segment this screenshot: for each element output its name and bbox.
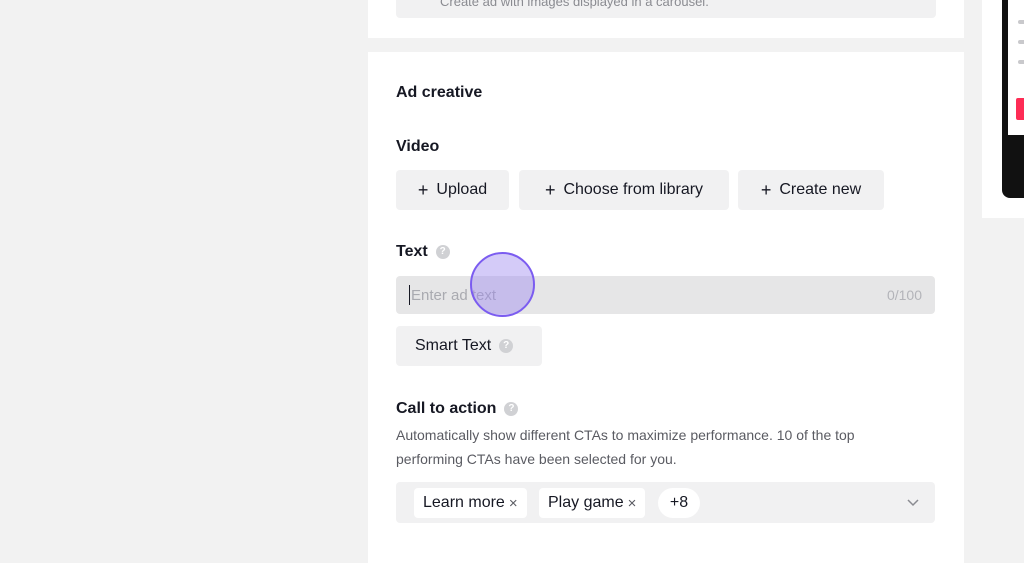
cta-description: Automatically show different CTAs to max… bbox=[396, 427, 855, 467]
choose-from-library-label: Choose from library bbox=[563, 181, 704, 198]
cta-select[interactable]: Learn more × Play game × +8 bbox=[396, 482, 935, 523]
cta-tag-label: Play game bbox=[548, 494, 624, 511]
create-new-label: Create new bbox=[779, 181, 862, 198]
video-label-text: Video bbox=[396, 138, 440, 155]
carousel-option[interactable]: Create ad with images displayed in a car… bbox=[396, 0, 936, 18]
remove-tag-icon[interactable]: × bbox=[628, 495, 637, 512]
question-icon[interactable]: ? bbox=[504, 402, 519, 416]
preview-cta-bar bbox=[1016, 98, 1024, 120]
section-title: Ad creative bbox=[396, 84, 483, 101]
cta-label-text: Call to action bbox=[396, 400, 497, 417]
remove-tag-icon[interactable]: × bbox=[509, 495, 518, 512]
text-caret bbox=[409, 285, 410, 305]
carousel-note: Create ad with images displayed in a car… bbox=[440, 0, 709, 9]
question-icon[interactable]: ? bbox=[499, 339, 514, 353]
cta-tag-play-game: Play game × bbox=[539, 488, 646, 518]
ad-preview-phone bbox=[1002, 0, 1024, 198]
upload-button[interactable]: + Upload bbox=[396, 170, 509, 210]
smart-text-label: Smart Text bbox=[415, 337, 492, 354]
preview-line bbox=[1018, 40, 1024, 44]
text-label: Text ? bbox=[396, 243, 450, 261]
more-tags-badge[interactable]: +8 bbox=[658, 488, 700, 518]
preview-line bbox=[1018, 20, 1024, 24]
cta-tag-learn-more: Learn more × bbox=[414, 488, 527, 518]
click-indicator bbox=[470, 252, 535, 317]
smart-text-button[interactable]: Smart Text ? bbox=[396, 326, 542, 366]
text-label-text: Text bbox=[396, 243, 428, 260]
create-new-button[interactable]: + Create new bbox=[738, 170, 884, 210]
question-icon[interactable]: ? bbox=[435, 245, 450, 259]
video-label: Video bbox=[396, 138, 439, 156]
character-counter: 0/100 bbox=[886, 287, 922, 303]
cta-label: Call to action ? bbox=[396, 400, 519, 418]
upload-button-label: Upload bbox=[436, 181, 488, 198]
plus-icon: + bbox=[544, 180, 556, 200]
preview-screen bbox=[1008, 0, 1024, 135]
choose-from-library-button[interactable]: + Choose from library bbox=[519, 170, 729, 210]
plus-icon: + bbox=[417, 180, 429, 200]
ad-format-panel: Create ad with images displayed in a car… bbox=[368, 0, 964, 38]
cta-tag-label: Learn more bbox=[423, 494, 505, 511]
preview-line bbox=[1018, 60, 1024, 64]
plus-icon: + bbox=[760, 180, 772, 200]
ad-creative-panel: Ad creative Video + Upload + Choose from… bbox=[368, 52, 964, 563]
chevron-down-icon[interactable] bbox=[905, 494, 921, 510]
